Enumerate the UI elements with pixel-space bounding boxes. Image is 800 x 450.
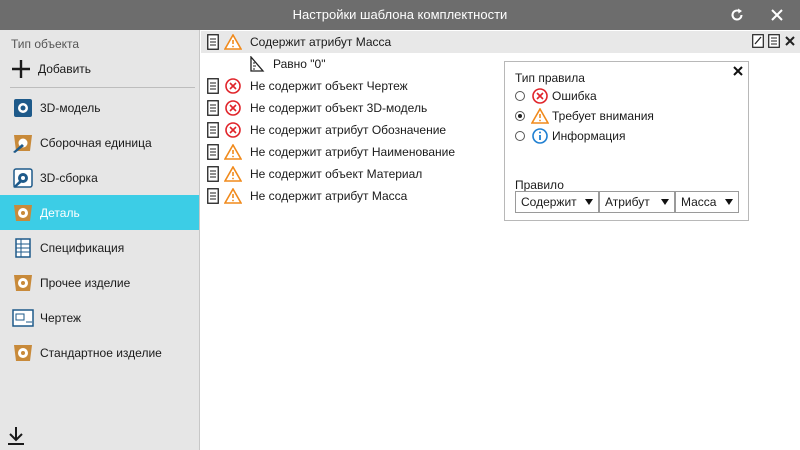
sidebar-item-label: Деталь — [40, 205, 80, 220]
dropdown-value: Содержит — [521, 195, 577, 209]
specification-icon — [12, 237, 34, 259]
title-bar: Настройки шаблона комплектности — [0, 0, 800, 30]
drawing-icon — [12, 307, 34, 329]
radio-button[interactable] — [515, 91, 525, 101]
rule-text: Не содержит атрибут Масса — [250, 189, 408, 203]
assembly-unit-icon — [12, 132, 34, 154]
rule-text: Не содержит атрибут Наименование — [250, 145, 456, 159]
chevron-down-icon — [661, 199, 669, 205]
condition-dropdown[interactable]: Содержит — [515, 191, 599, 213]
radio-error[interactable]: Ошибка — [515, 87, 597, 105]
document-icon — [207, 188, 219, 204]
condition-text: Равно "0" — [273, 57, 326, 71]
document-icon — [207, 166, 219, 182]
condition-icon — [250, 56, 265, 72]
radio-label: Требует внимания — [552, 109, 654, 123]
rule-text: Не содержит атрибут Обозначение — [250, 123, 447, 137]
radio-button[interactable] — [515, 111, 525, 121]
radio-button[interactable] — [515, 131, 525, 141]
rule-condition-row[interactable]: Равно "0" — [249, 53, 325, 75]
sidebar-divider — [10, 87, 195, 88]
warning-icon — [531, 107, 549, 125]
sidebar-item-assembly-unit[interactable]: Сборочная единица — [0, 125, 199, 160]
add-button-label: Добавить — [38, 62, 92, 76]
sidebar-item-3d-assembly[interactable]: 3D-сборка — [0, 160, 199, 195]
rule-row[interactable]: Содержит атрибут Масса — [201, 31, 800, 53]
3d-model-icon — [12, 97, 34, 119]
radio-label: Информация — [552, 129, 626, 143]
window-title: Настройки шаблона комплектности — [292, 7, 508, 22]
document-icon — [207, 122, 219, 138]
panel-close-icon[interactable] — [731, 64, 745, 78]
sidebar-item-label: Спецификация — [40, 240, 125, 255]
info-icon — [531, 127, 549, 145]
sidebar-item-label: Сборочная единица — [40, 135, 152, 150]
sidebar-item-label: Чертеж — [40, 310, 82, 325]
document-icon — [207, 144, 219, 160]
value-dropdown[interactable]: Масса — [675, 191, 739, 213]
sidebar-item-label: 3D-сборка — [40, 170, 98, 185]
standard-item-icon — [12, 342, 34, 364]
object-type-sidebar: Тип объекта Добавить 3D-модель Сборочная… — [0, 30, 200, 450]
radio-label: Ошибка — [552, 89, 597, 103]
radio-info[interactable]: Информация — [515, 127, 625, 145]
add-button[interactable]: Добавить — [10, 58, 190, 80]
sidebar-item-3d-model[interactable]: 3D-модель — [0, 90, 199, 125]
sidebar-item-label: Прочее изделие — [40, 275, 131, 290]
rule-text: Не содержит объект Материал — [250, 167, 423, 181]
rule-properties-panel: Тип правила Ошибка Требует внимания Инфо… — [504, 61, 749, 221]
sidebar-item-drawing[interactable]: Чертеж — [0, 300, 199, 335]
error-icon — [224, 121, 242, 139]
sidebar-item-other-item[interactable]: Прочее изделие — [0, 265, 199, 300]
rule-title: Правило — [515, 178, 564, 192]
error-icon — [531, 87, 549, 105]
sidebar-item-standard-item[interactable]: Стандартное изделие — [0, 335, 199, 370]
chevron-down-icon — [585, 199, 593, 205]
row-actions — [752, 34, 796, 48]
other-item-icon — [12, 272, 34, 294]
download-icon[interactable] — [6, 426, 26, 446]
refresh-icon[interactable] — [728, 6, 746, 24]
sidebar-header: Тип объекта — [11, 37, 80, 51]
delete-icon[interactable] — [784, 34, 796, 48]
3d-assembly-icon — [12, 167, 34, 189]
rule-type-title: Тип правила — [515, 71, 585, 85]
subject-dropdown[interactable]: Атрибут — [599, 191, 675, 213]
document-icon — [207, 78, 219, 94]
error-icon — [224, 77, 242, 95]
sidebar-item-label: 3D-модель — [40, 100, 101, 115]
copy-icon[interactable] — [768, 34, 780, 48]
warning-icon — [224, 165, 242, 183]
rule-text: Содержит атрибут Масса — [250, 35, 392, 49]
part-icon — [12, 202, 34, 224]
error-icon — [224, 99, 242, 117]
radio-warning[interactable]: Требует внимания — [515, 107, 654, 125]
sidebar-item-part[interactable]: Деталь — [0, 195, 199, 230]
warning-icon — [224, 33, 242, 51]
dropdown-value: Масса — [681, 195, 717, 209]
rule-text: Не содержит объект 3D-модель — [250, 101, 428, 115]
sidebar-item-specification[interactable]: Спецификация — [0, 230, 199, 265]
rule-text: Не содержит объект Чертеж — [250, 79, 408, 93]
warning-icon — [224, 187, 242, 205]
sidebar-item-label: Стандартное изделие — [40, 345, 162, 360]
close-icon[interactable] — [768, 6, 786, 24]
document-icon — [207, 34, 219, 50]
edit-icon[interactable] — [752, 34, 764, 48]
document-icon — [207, 100, 219, 116]
chevron-down-icon — [725, 199, 733, 205]
warning-icon — [224, 143, 242, 161]
dropdown-value: Атрибут — [605, 195, 650, 209]
plus-icon — [12, 60, 30, 78]
